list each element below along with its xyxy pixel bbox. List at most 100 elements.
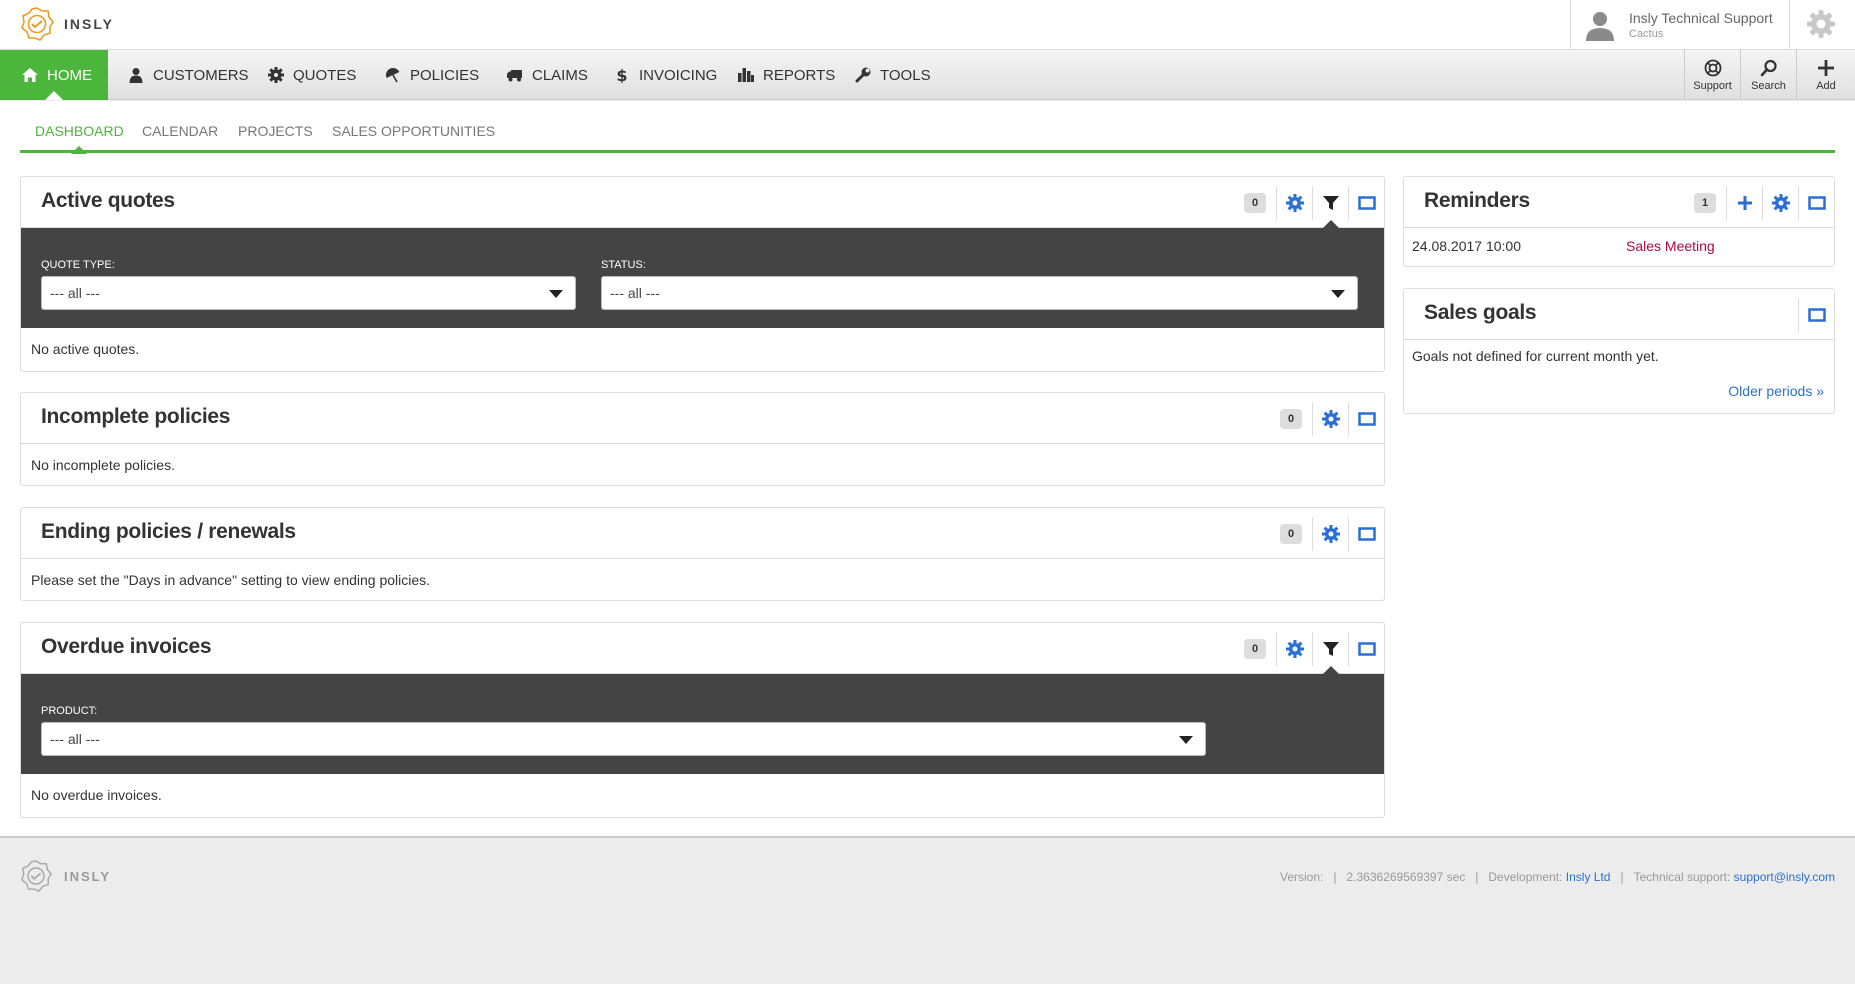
support-email-link[interactable]: support@insly.com [1734, 870, 1835, 884]
nav-quotes[interactable]: QUOTES [268, 50, 356, 100]
gear-icon [1285, 639, 1304, 658]
panel-header: Ending policies / renewals 0 [21, 508, 1384, 559]
panel-header: Sales goals [1404, 289, 1834, 340]
content-area: DASHBOARD CALENDAR PROJECTS SALES OPPORT… [0, 101, 1855, 836]
nav-tools[interactable]: TOOLS [855, 50, 931, 100]
product-select[interactable]: --- all --- [41, 722, 1206, 756]
window-icon [1357, 641, 1376, 656]
brand-logo[interactable]: INSLY [20, 7, 114, 41]
tab-sales-opportunities[interactable]: SALES OPPORTUNITIES [332, 123, 495, 139]
panel-filter-button[interactable] [1312, 185, 1348, 229]
window-icon [1807, 195, 1826, 210]
tab-projects[interactable]: PROJECTS [238, 123, 313, 139]
product-label: PRODUCT: [41, 705, 98, 717]
nav-reports[interactable]: REPORTS [738, 50, 835, 100]
settings-button[interactable] [1806, 9, 1836, 39]
footer-logo: INSLY [20, 860, 111, 892]
filter-icon [1322, 641, 1339, 656]
reminder-link[interactable]: Sales Meeting [1626, 238, 1715, 254]
nav-add-label: Add [1816, 79, 1836, 92]
empty-message: No overdue invoices. [31, 787, 162, 803]
gear-icon [1321, 524, 1340, 543]
render-time: 2.3636269569397 sec [1346, 870, 1466, 884]
gear-icon [1321, 409, 1340, 428]
quote-type-select[interactable]: --- all --- [41, 276, 576, 310]
nav-search-button[interactable]: Search [1740, 50, 1796, 100]
panel-filter-button[interactable] [1312, 631, 1348, 675]
nav-reports-label: REPORTS [763, 66, 836, 84]
panel-title: Incomplete policies [41, 405, 231, 428]
nav-customers-label: CUSTOMERS [153, 66, 249, 84]
panel-settings-button[interactable] [1276, 185, 1312, 220]
sales-goals-panel: Sales goals Goals not defined for curren… [1403, 288, 1835, 414]
window-icon [1807, 307, 1826, 322]
cog-icon [268, 67, 284, 83]
tab-calendar[interactable]: CALENDAR [142, 123, 218, 139]
quote-type-value: --- all --- [50, 285, 100, 301]
reminder-date: 24.08.2017 10:00 [1412, 238, 1521, 254]
home-icon [22, 68, 38, 82]
panel-settings-button[interactable] [1312, 401, 1348, 436]
ending-policies-panel: Ending policies / renewals 0 Please set … [20, 507, 1385, 601]
nav-claims-label: CLAIMS [532, 66, 588, 84]
nav-invoicing-label: INVOICING [639, 66, 718, 84]
nav-policies[interactable]: POLICIES [385, 50, 479, 100]
panel-maximize-button[interactable] [1798, 185, 1834, 220]
nav-support-button[interactable]: Support [1684, 50, 1740, 100]
active-quotes-panel: Active quotes 0 QUOTE TYPE: --- all --- [20, 176, 1385, 372]
count-badge: 0 [1244, 192, 1266, 213]
filter-icon [1322, 195, 1339, 210]
quote-type-label: QUOTE TYPE: [41, 259, 115, 271]
status-select[interactable]: --- all --- [601, 276, 1358, 310]
plus-icon [1737, 195, 1752, 210]
tab-dashboard[interactable]: DASHBOARD [35, 123, 124, 154]
panel-header: Active quotes 0 [21, 177, 1384, 229]
add-reminder-button[interactable] [1726, 185, 1762, 220]
panel-title: Ending policies / renewals [41, 520, 296, 543]
reminders-panel: Reminders 1 24.08.2017 10:00 Sales Meeti… [1403, 176, 1835, 267]
panel-maximize-button[interactable] [1348, 516, 1384, 551]
nav-add-button[interactable]: Add [1796, 50, 1855, 100]
footer-brand-name: INSLY [64, 868, 112, 884]
user-avatar-icon [1586, 12, 1614, 41]
count-badge: 0 [1280, 408, 1302, 429]
sub-nav: DASHBOARD CALENDAR PROJECTS SALES OPPORT… [20, 101, 1835, 154]
chevron-down-icon [549, 290, 563, 298]
empty-message: Please set the "Days in advance" setting… [31, 572, 431, 588]
count-badge: 1 [1694, 192, 1716, 213]
brand-name: INSLY [64, 16, 114, 32]
nav-customers[interactable]: CUSTOMERS [128, 50, 249, 100]
user-menu[interactable]: Insly Technical Support Cactus [1570, 0, 1790, 50]
panel-settings-button[interactable] [1312, 516, 1348, 551]
chevron-down-icon [1179, 736, 1193, 744]
panel-maximize-button[interactable] [1348, 185, 1384, 220]
footer: INSLY Version: | 2.3636269569397 sec | Devel… [0, 836, 1855, 984]
avatar [1583, 8, 1617, 42]
panel-maximize-button[interactable] [1348, 401, 1384, 436]
nav-claims[interactable]: CLAIMS [507, 50, 588, 100]
list-item: 24.08.2017 10:00 Sales Meeting [1404, 228, 1834, 264]
nav-search-label: Search [1751, 79, 1786, 92]
nav-home-label: HOME [47, 66, 92, 84]
incomplete-policies-panel: Incomplete policies 0 No incomplete poli… [20, 392, 1385, 486]
panel-title: Reminders [1424, 189, 1530, 212]
developer-link[interactable]: Insly Ltd [1566, 870, 1611, 884]
panel-maximize-button[interactable] [1348, 631, 1384, 666]
truck-icon [507, 70, 522, 82]
older-periods-link[interactable]: Older periods » [1728, 383, 1824, 399]
nav-home[interactable]: HOME [0, 50, 108, 100]
panel-settings-button[interactable] [1276, 631, 1312, 666]
panel-maximize-button[interactable] [1798, 297, 1834, 332]
nav-quotes-label: QUOTES [293, 66, 357, 84]
gear-icon [1807, 10, 1835, 38]
panel-settings-button[interactable] [1762, 185, 1798, 220]
nav-invoicing[interactable]: $ INVOICING [614, 50, 717, 100]
panel-header: Incomplete policies 0 [21, 393, 1384, 444]
nav-support-label: Support [1693, 79, 1732, 92]
nav-policies-label: POLICIES [410, 66, 480, 84]
window-icon [1357, 411, 1376, 426]
svg-text:$: $ [616, 67, 627, 83]
filter-bar: PRODUCT: --- all --- [21, 674, 1384, 774]
main-nav: HOME CUSTOMERS QUOTES POLICIES CLAIMS $ … [0, 50, 1855, 100]
lifebuoy-icon [1704, 59, 1721, 76]
